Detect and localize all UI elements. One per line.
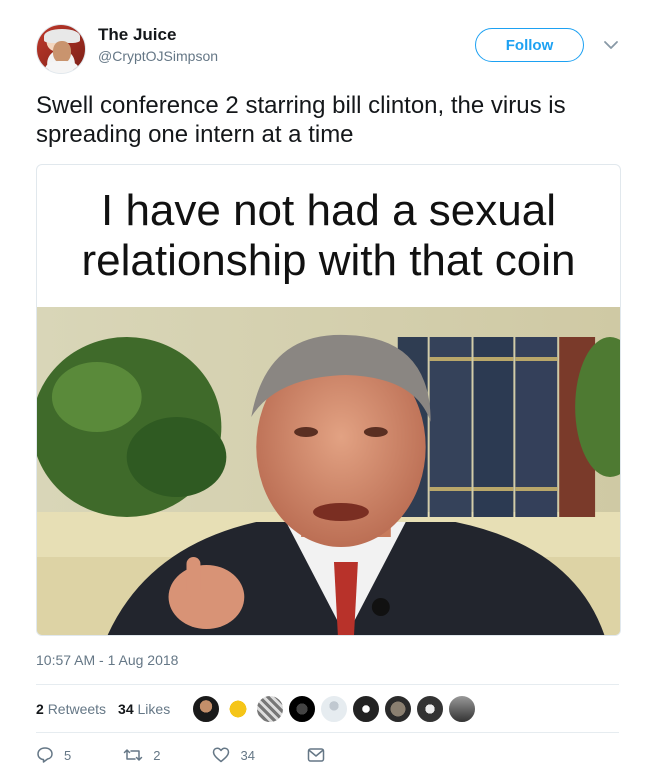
tweet-timestamp[interactable]: 10:57 AM - 1 Aug 2018 (36, 652, 178, 668)
tweet-stats: 2 Retweets 34 Likes (36, 688, 619, 730)
like-button[interactable]: 34 (212, 746, 255, 764)
likers-avatars (192, 695, 480, 723)
liker-avatar[interactable] (384, 695, 413, 723)
liker-avatar[interactable] (256, 695, 285, 723)
avatar-face (53, 41, 71, 63)
chevron-down-icon[interactable] (602, 36, 620, 54)
display-name[interactable]: The Juice (98, 25, 176, 45)
liker-avatar[interactable] (320, 695, 349, 723)
reply-icon (37, 747, 53, 763)
user-avatar[interactable] (36, 24, 86, 74)
liker-avatar[interactable] (288, 695, 317, 723)
retweets-stat[interactable]: 2 Retweets (36, 701, 106, 717)
divider (36, 684, 619, 685)
retweet-count: 2 (153, 747, 161, 763)
retweets-count: 2 (36, 701, 44, 717)
direct-message-button[interactable] (307, 747, 335, 763)
likes-stat[interactable]: 34 Likes (118, 701, 170, 717)
reply-button[interactable]: 5 (36, 746, 71, 764)
tweet-text: Swell conference 2 starring bill clinton… (36, 92, 566, 148)
tweet-media[interactable]: I have not had a sexual relationship wit… (36, 164, 621, 636)
message-icon (307, 748, 325, 762)
liker-avatar[interactable] (352, 695, 381, 723)
likes-label: Likes (137, 701, 171, 717)
retweet-icon (123, 749, 143, 761)
avatar-shirt (45, 61, 79, 73)
tweet-header: The Juice @CryptOJSimpson Follow (36, 20, 626, 76)
retweets-label: Retweets (47, 701, 107, 717)
liker-avatar[interactable] (448, 695, 477, 723)
follow-button[interactable]: Follow (475, 28, 584, 62)
heart-icon (213, 747, 230, 763)
retweet-button[interactable]: 2 (123, 746, 160, 764)
liker-avatar[interactable] (416, 695, 445, 723)
liker-avatar[interactable] (224, 695, 253, 723)
like-count: 34 (240, 747, 255, 763)
meme-caption: I have not had a sexual relationship wit… (81, 186, 576, 285)
user-handle[interactable]: @CryptOJSimpson (98, 48, 218, 64)
reply-count: 5 (64, 747, 72, 763)
tweet-actions: 5 2 34 (36, 740, 619, 770)
meme-photo (37, 307, 620, 635)
likes-count: 34 (118, 701, 134, 717)
liker-avatar[interactable] (192, 695, 221, 723)
divider (36, 732, 619, 733)
